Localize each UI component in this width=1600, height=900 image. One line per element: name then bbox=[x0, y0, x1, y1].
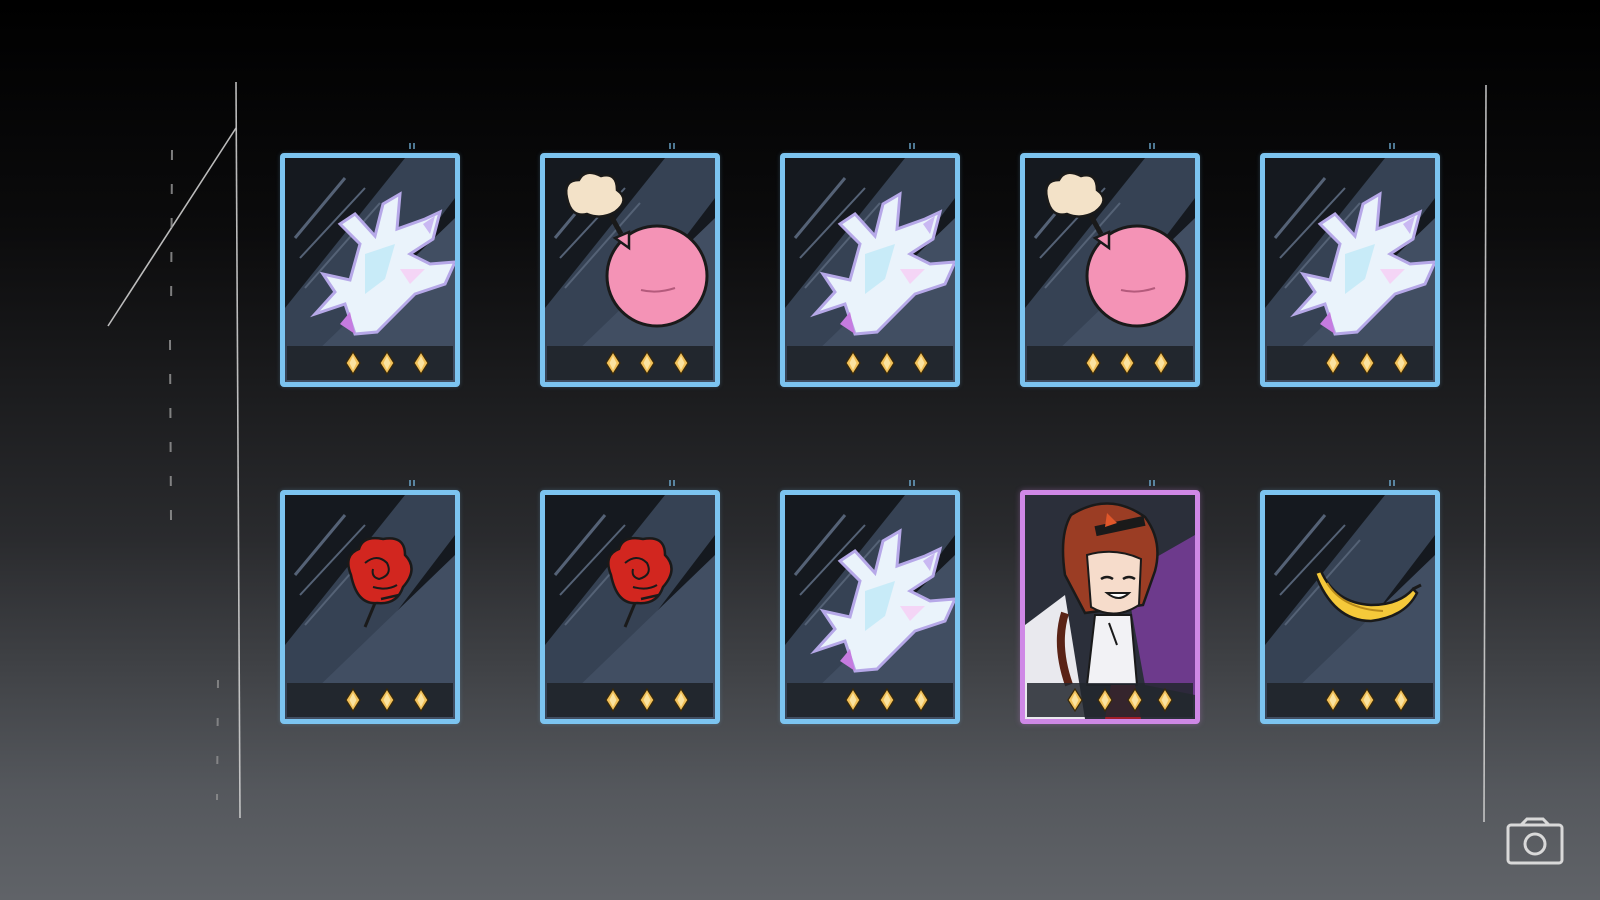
frame-tick bbox=[409, 143, 415, 149]
frame-tick bbox=[1149, 480, 1155, 486]
reward-card-red-rose[interactable] bbox=[280, 490, 460, 724]
star-rating bbox=[1027, 683, 1193, 717]
star-rating bbox=[547, 683, 713, 717]
reward-card-crystal-coral[interactable] bbox=[280, 153, 460, 387]
frame-tick bbox=[1149, 143, 1155, 149]
star-icon bbox=[1359, 688, 1375, 712]
reward-card-character-portrait[interactable] bbox=[1020, 490, 1200, 724]
star-icon bbox=[639, 351, 655, 375]
star-icon bbox=[845, 688, 861, 712]
star-icon bbox=[639, 688, 655, 712]
frame-tick bbox=[1389, 480, 1395, 486]
frame-tick bbox=[909, 480, 915, 486]
star-icon bbox=[605, 688, 621, 712]
star-rating bbox=[287, 346, 453, 380]
star-icon bbox=[879, 351, 895, 375]
star-icon bbox=[845, 351, 861, 375]
reward-card-banana[interactable] bbox=[1260, 490, 1440, 724]
star-icon bbox=[1393, 351, 1409, 375]
star-icon bbox=[605, 351, 621, 375]
card-grid bbox=[0, 0, 1600, 900]
star-icon bbox=[1119, 351, 1135, 375]
reward-card-pink-bomb[interactable] bbox=[1020, 153, 1200, 387]
star-icon bbox=[879, 688, 895, 712]
star-rating bbox=[1027, 346, 1193, 380]
reward-card-crystal-coral[interactable] bbox=[780, 490, 960, 724]
star-icon bbox=[913, 688, 929, 712]
star-rating bbox=[1267, 683, 1433, 717]
reward-card-red-rose[interactable] bbox=[540, 490, 720, 724]
screenshot-button[interactable] bbox=[1505, 817, 1565, 867]
frame-tick bbox=[909, 143, 915, 149]
frame-tick bbox=[669, 143, 675, 149]
star-icon bbox=[1127, 688, 1143, 712]
star-icon bbox=[1157, 688, 1173, 712]
star-icon bbox=[673, 688, 689, 712]
star-icon bbox=[1097, 688, 1113, 712]
star-rating bbox=[1267, 346, 1433, 380]
frame-tick bbox=[669, 480, 675, 486]
frame-tick bbox=[1389, 143, 1395, 149]
star-icon bbox=[913, 351, 929, 375]
star-icon bbox=[1067, 688, 1083, 712]
star-icon bbox=[413, 688, 429, 712]
star-icon bbox=[1393, 688, 1409, 712]
star-icon bbox=[1325, 351, 1341, 375]
star-rating bbox=[787, 346, 953, 380]
star-icon bbox=[1325, 688, 1341, 712]
star-icon bbox=[1359, 351, 1375, 375]
reward-card-crystal-coral[interactable] bbox=[1260, 153, 1440, 387]
star-icon bbox=[1153, 351, 1169, 375]
reward-card-crystal-coral[interactable] bbox=[780, 153, 960, 387]
star-icon bbox=[379, 688, 395, 712]
star-rating bbox=[787, 683, 953, 717]
star-icon bbox=[345, 688, 361, 712]
frame-tick bbox=[409, 480, 415, 486]
star-icon bbox=[1085, 351, 1101, 375]
camera-icon bbox=[1506, 817, 1564, 865]
star-rating bbox=[547, 346, 713, 380]
star-icon bbox=[673, 351, 689, 375]
star-icon bbox=[379, 351, 395, 375]
star-icon bbox=[345, 351, 361, 375]
star-rating bbox=[287, 683, 453, 717]
reward-card-pink-bomb[interactable] bbox=[540, 153, 720, 387]
star-icon bbox=[413, 351, 429, 375]
